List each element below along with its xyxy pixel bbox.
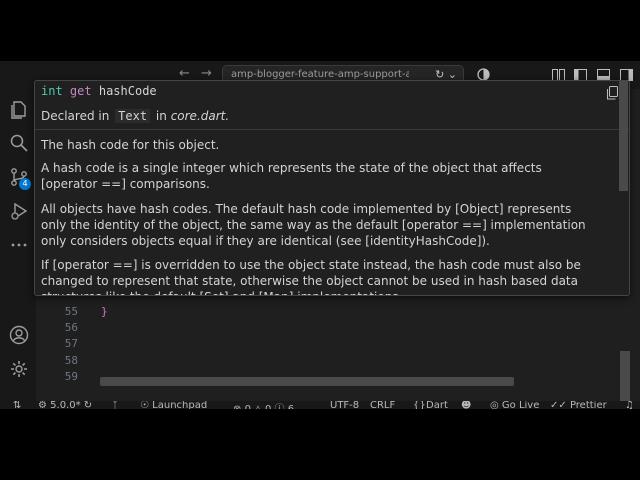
line-number: 56: [64, 321, 78, 334]
encoding-item[interactable]: UTF-8: [330, 401, 359, 409]
get-keyword: get: [69, 84, 92, 98]
explorer-icon[interactable]: [9, 99, 29, 119]
line-number: 57: [64, 337, 78, 350]
divider: [35, 129, 629, 130]
notifications-icon[interactable]: ♫: [625, 401, 634, 409]
branch-icon[interactable]: ᛉ: [112, 401, 118, 409]
run-debug-icon[interactable]: [9, 201, 29, 221]
status-version[interactable]: ⚙ 5.0.0* ↻: [38, 401, 92, 409]
launchpad-item[interactable]: ☉ Launchpad: [140, 401, 207, 409]
doc-paragraph: If [operator ==] is overridden to use th…: [41, 258, 581, 295]
popup-scrollbar[interactable]: [619, 81, 628, 191]
line-number: 58: [64, 354, 78, 367]
remote-icon[interactable]: ⇅: [13, 401, 21, 409]
copilot-status-icon[interactable]: ☻: [461, 401, 471, 409]
declared-in-label: in: [155, 109, 167, 123]
settings-gear-icon[interactable]: [9, 359, 29, 379]
hover-popup[interactable]: int get hashCode Declared in Text in cor…: [34, 80, 630, 296]
activity-bar: 4: [0, 89, 37, 401]
back-icon[interactable]: ←: [179, 66, 190, 81]
problems-indicator[interactable]: ⊗ 0 △ 0 ⓘ 6: [233, 401, 294, 409]
vertical-scrollbar[interactable]: [620, 351, 630, 401]
search-icon[interactable]: [9, 133, 29, 153]
forward-icon[interactable]: →: [201, 66, 212, 81]
copy-icon[interactable]: [606, 86, 618, 100]
horizontal-scrollbar[interactable]: [100, 377, 514, 386]
declared-class: Text: [115, 109, 151, 123]
line-number: 59: [64, 370, 78, 383]
search-text: amp-blogger-feature-amp-support-a...: [231, 69, 409, 80]
account-icon[interactable]: [9, 325, 29, 345]
line-number: 55: [64, 305, 78, 318]
doc-paragraph: All objects have hash codes. The default…: [41, 202, 586, 248]
language-mode-item[interactable]: Dart: [426, 401, 448, 409]
eol-item[interactable]: CRLF: [370, 401, 395, 409]
signature: int get hashCode: [41, 84, 157, 98]
doc-paragraph: A hash code is a single integer which re…: [41, 161, 542, 191]
language-mode-icon[interactable]: {}: [413, 401, 426, 409]
more-icon[interactable]: [9, 235, 29, 255]
declared-in: Declared in Text in core.dart.: [41, 109, 229, 123]
go-live-item[interactable]: ◎ Go Live: [490, 401, 539, 409]
prettier-item[interactable]: ✓✓ Prettier: [550, 401, 607, 409]
declared-file: core.dart.: [170, 109, 230, 123]
doc-paragraph: The hash code for this object.: [41, 138, 220, 152]
status-bar: ⇅ ⚙ 5.0.0* ↻ ᛉ ☉ Launchpad ⊗ 0 △ 0 ⓘ 6 U…: [0, 401, 640, 409]
declared-label: Declared in: [41, 109, 110, 123]
type-keyword: int: [41, 84, 63, 98]
member-name: hashCode: [98, 84, 157, 98]
scm-badge: 4: [19, 178, 31, 190]
code-line: }: [101, 305, 108, 318]
